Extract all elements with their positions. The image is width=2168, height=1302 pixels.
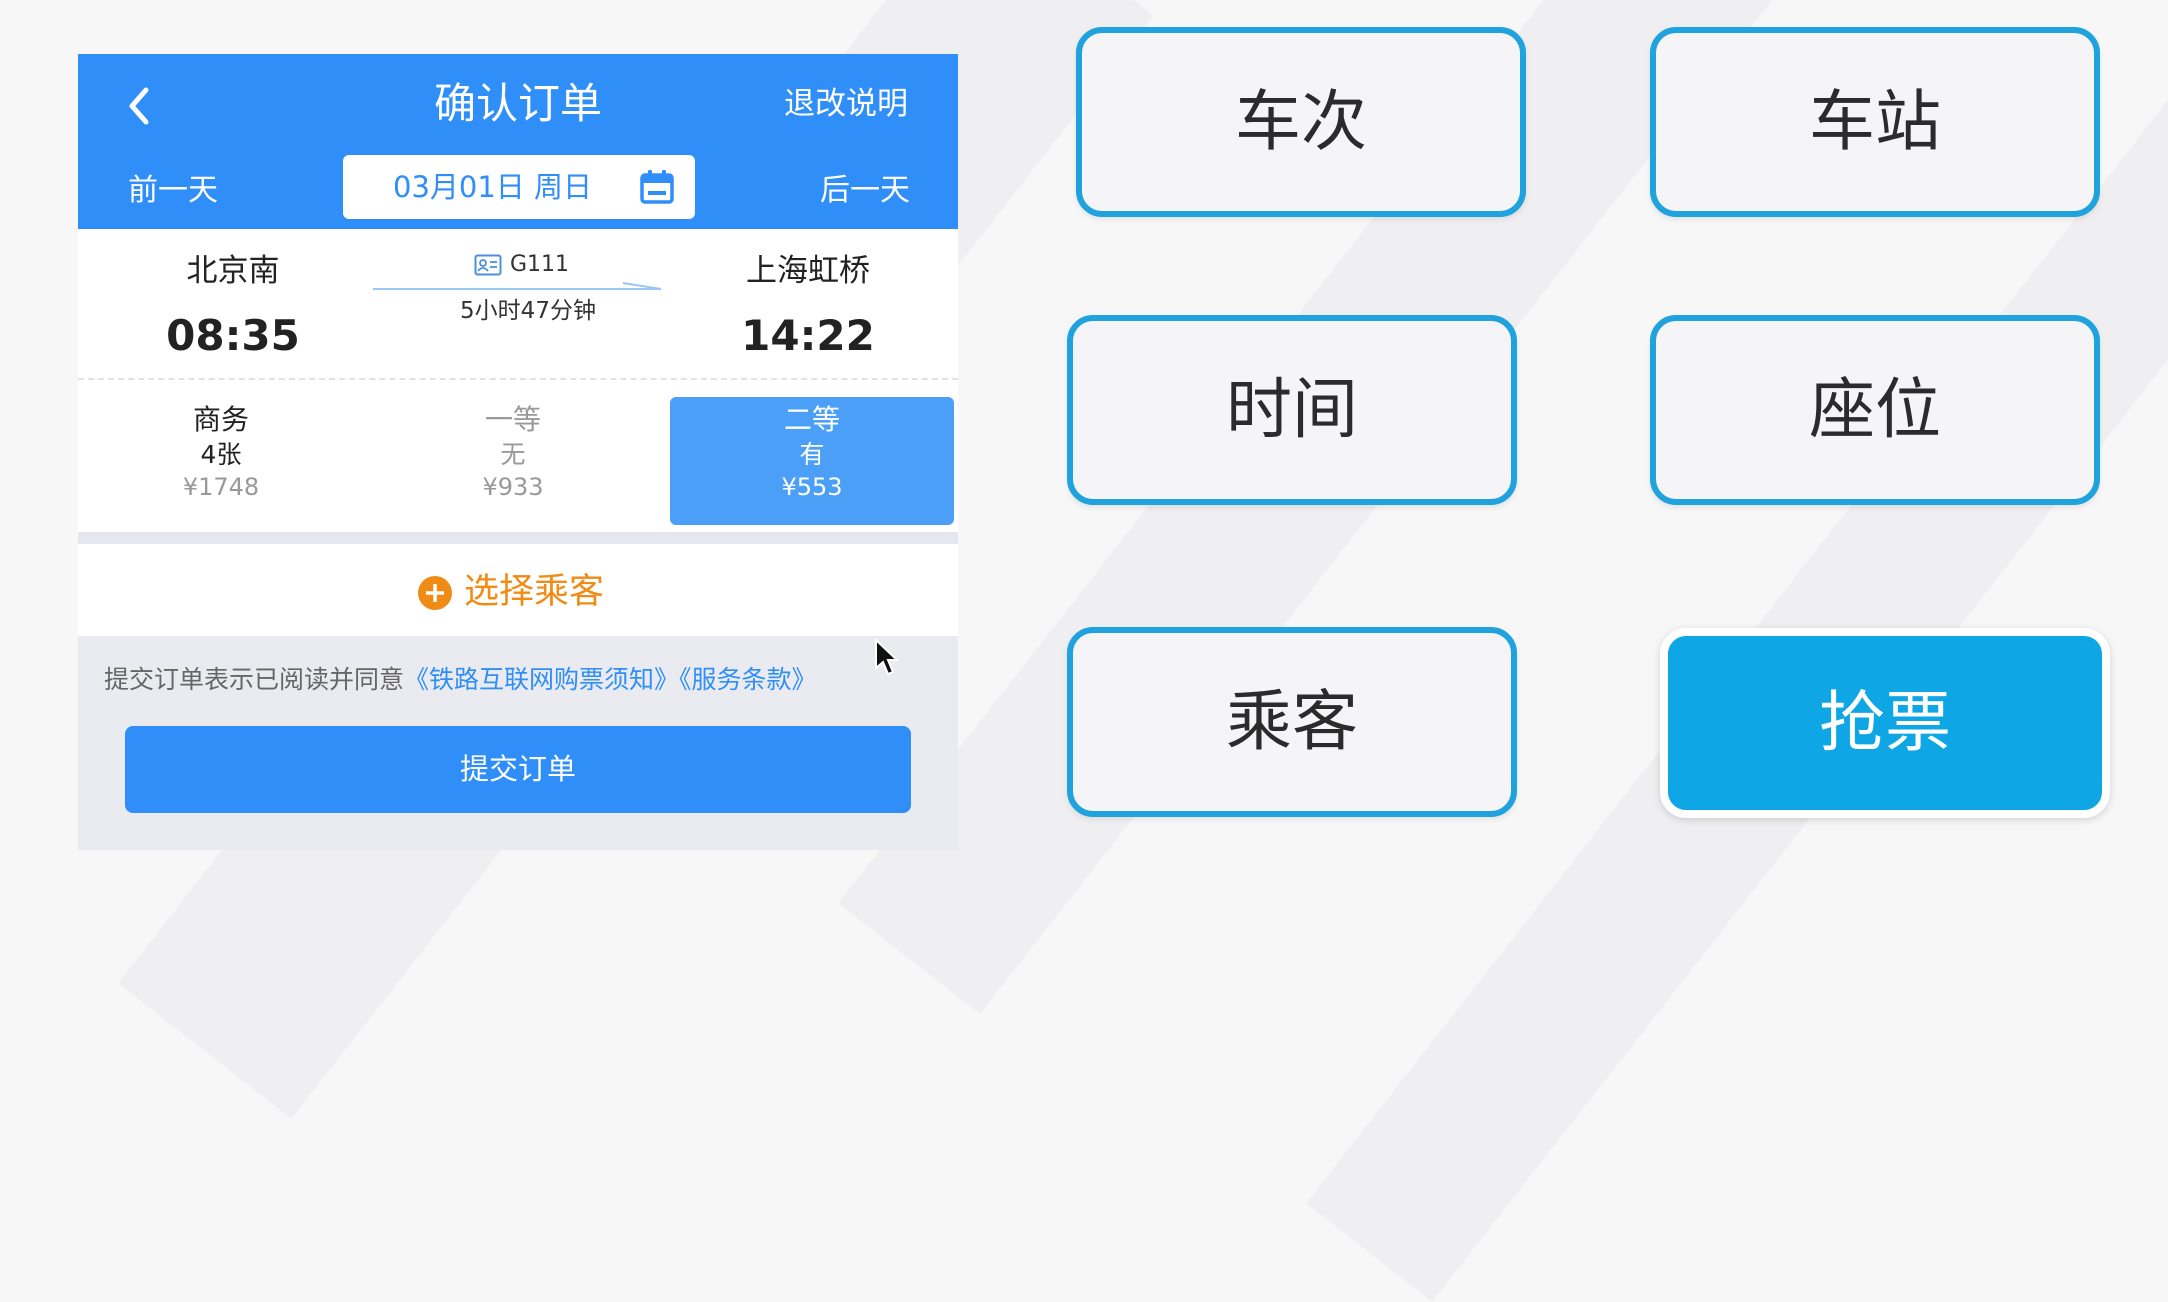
- depart-time: 08:35: [166, 311, 300, 360]
- trip-duration: 5小时47分钟: [460, 298, 596, 324]
- ticket-rules-link[interactable]: 《铁路互联网购票须知》: [404, 665, 679, 694]
- seat-price: ¥553: [781, 473, 843, 501]
- keyword-card-train[interactable]: 车次: [1076, 27, 1526, 217]
- calendar-icon: [640, 170, 674, 204]
- seat-class-label: 一等: [484, 403, 541, 436]
- plus-circle-icon[interactable]: [417, 575, 453, 611]
- divider: [78, 378, 958, 380]
- seat-availability: 4张: [200, 440, 242, 469]
- seat-option-first[interactable]: 一等 无 ¥933: [372, 397, 654, 525]
- keyword-card-seat[interactable]: 座位: [1650, 315, 2100, 505]
- arrive-time: 14:22: [741, 311, 875, 360]
- prev-day-button[interactable]: 前一天: [128, 169, 218, 213]
- seat-option-second[interactable]: 二等 有 ¥553: [670, 397, 954, 525]
- submit-order-button[interactable]: 提交订单: [125, 726, 911, 813]
- agreement-area: 提交订单表示已阅读并同意《铁路互联网购票须知》《服务条款》 提交订单: [78, 636, 958, 850]
- agreement-prefix: 提交订单表示已阅读并同意: [104, 665, 405, 694]
- select-passenger-button[interactable]: 选择乘客: [464, 568, 604, 616]
- train-number: G111: [510, 252, 570, 277]
- seat-class-label: 二等: [783, 403, 840, 436]
- seat-option-business[interactable]: 商务 4张 ¥1748: [80, 397, 362, 525]
- seat-class-label: 商务: [192, 403, 249, 436]
- terms-of-service-link[interactable]: 《服务条款》: [679, 665, 817, 694]
- date-label: 03月01日 周日: [393, 170, 593, 204]
- seat-availability: 有: [799, 440, 825, 469]
- refund-policy-link[interactable]: 退改说明: [784, 82, 908, 126]
- order-confirm-screen: 确认订单 退改说明 前一天 03月01日 周日 后一天 北京南 08:35 G1…: [78, 54, 958, 850]
- from-station: 北京南: [186, 253, 280, 289]
- keyword-card-station[interactable]: 车站: [1650, 27, 2100, 217]
- seat-price: ¥933: [482, 473, 544, 501]
- next-day-button[interactable]: 后一天: [820, 169, 910, 213]
- grab-ticket-button[interactable]: 抢票: [1660, 628, 2110, 818]
- header-bar: 确认订单 退改说明 前一天 03月01日 周日 后一天: [78, 54, 958, 229]
- keyword-card-time[interactable]: 时间: [1067, 315, 1517, 505]
- date-picker[interactable]: 03月01日 周日: [343, 155, 695, 219]
- section-divider: [78, 532, 958, 544]
- mouse-cursor-icon: [875, 638, 900, 676]
- to-station: 上海虹桥: [746, 253, 870, 289]
- route-arrow-icon: [373, 282, 662, 290]
- agreement-text: 提交订单表示已阅读并同意《铁路互联网购票须知》《服务条款》: [104, 660, 817, 700]
- keyword-card-passenger[interactable]: 乘客: [1067, 627, 1517, 817]
- seat-price: ¥1748: [182, 473, 260, 501]
- seat-availability: 无: [500, 440, 526, 469]
- ticket-icon: [474, 254, 502, 276]
